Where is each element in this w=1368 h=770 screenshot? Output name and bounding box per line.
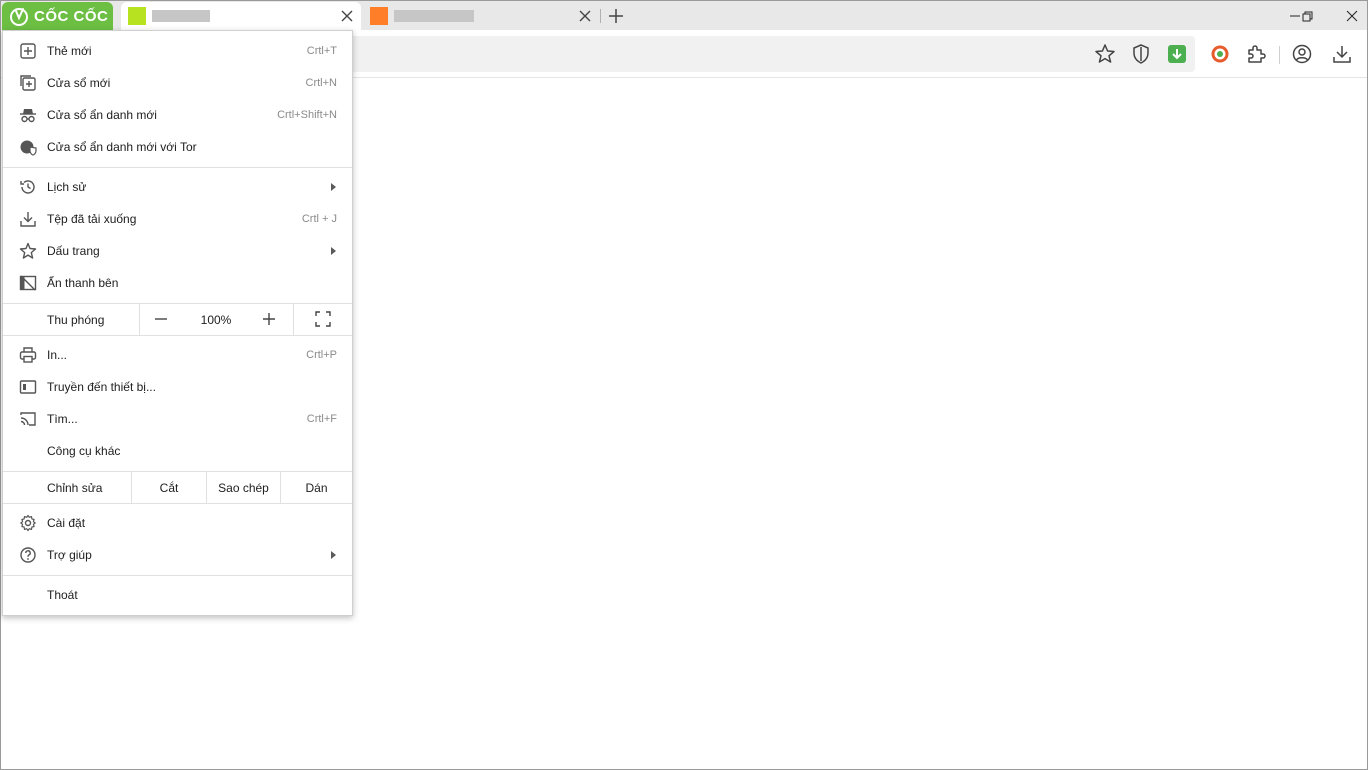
fullscreen-button[interactable] (308, 303, 338, 335)
menu-item-cast-device[interactable]: Truyền đến thiết bị... (3, 371, 352, 403)
print-icon (19, 347, 37, 363)
zoom-out-button[interactable] (146, 303, 176, 335)
history-icon (20, 180, 35, 194)
menu-item-label: Lịch sử (47, 180, 87, 194)
tab-active[interactable] (121, 2, 361, 30)
minus-icon (155, 318, 167, 320)
menu-item-label: Cài đặt (47, 516, 86, 530)
menu-item-label: Cửa sổ mới (47, 76, 111, 90)
coccoc-menu-button[interactable]: CỐC CỐC (2, 2, 113, 30)
zoom-value: 100% (200, 313, 232, 327)
zoom-label: Thu phóng (47, 313, 105, 327)
menu-item-new-window[interactable]: Cửa sổ mới Crtl+N (3, 67, 352, 99)
menu-shortcut: Crtl + J (301, 213, 337, 225)
brand-name: CỐC CỐC (34, 7, 109, 25)
menu-item-label: Thoát (47, 588, 78, 602)
tab-title-redacted (394, 10, 474, 22)
bookmark-star-icon[interactable] (1093, 42, 1117, 66)
savior-download-icon[interactable] (1165, 42, 1189, 66)
extensions-puzzle-icon[interactable] (1244, 42, 1268, 66)
menu-item-bookmarks[interactable]: Dấu trang (3, 235, 352, 267)
menu-item-label: Thẻ mới (47, 44, 92, 58)
close-tab-icon[interactable] (339, 8, 355, 24)
cut-button[interactable]: Cắt (132, 472, 206, 504)
menu-item-label: Tệp đã tải xuống (47, 212, 137, 226)
menu-item-settings[interactable]: Cài đặt (3, 507, 352, 539)
menu-item-incognito-tor[interactable]: Cửa sổ ẩn danh mới với Tor (3, 131, 352, 163)
menu-item-label: Cửa sổ ẩn danh mới với Tor (47, 140, 197, 154)
cast-icon (20, 412, 36, 426)
zoom-divider (293, 304, 294, 336)
zoom-in-button[interactable] (254, 303, 284, 335)
menu-shortcut: Crtl+F (306, 413, 337, 425)
menu-item-history[interactable]: Lịch sử (3, 171, 352, 203)
submenu-arrow-icon (331, 551, 336, 559)
tab-inactive[interactable] (363, 2, 599, 30)
toolbar-separator (1279, 46, 1280, 64)
menu-item-new-tab[interactable]: Thẻ mới Crtl+T (3, 35, 352, 67)
new-window-icon (20, 75, 36, 91)
menu-row-zoom: Thu phóng (3, 304, 352, 336)
help-icon (20, 547, 36, 563)
menu-item-help[interactable]: Trợ giúp (3, 539, 352, 571)
tab-strip: CỐC CỐC (1, 1, 1367, 30)
menu-item-incognito[interactable]: Cửa sổ ẩn danh mới Crtl+Shift+N (3, 99, 352, 131)
menu-item-exit[interactable]: Thoát (3, 579, 352, 611)
menu-item-more-tools[interactable]: Công cụ khác (3, 435, 352, 467)
shield-icon[interactable] (1129, 42, 1153, 66)
gear-icon (20, 514, 36, 532)
profile-icon[interactable] (1290, 42, 1314, 66)
menu-divider (3, 167, 352, 168)
menu-item-downloads[interactable]: Tệp đã tải xuống Crtl + J (3, 203, 352, 235)
menu-item-label: Dấu trang (47, 244, 100, 258)
new-tab-icon (20, 43, 36, 59)
tor-globe-icon (20, 140, 37, 156)
tab-favicon (370, 7, 388, 25)
main-menu: Thẻ mới Crtl+T Cửa sổ mới Crtl+N Cửa sổ … (2, 30, 353, 616)
hide-sidebar-icon (19, 275, 37, 291)
close-tab-icon[interactable] (577, 8, 593, 24)
submenu-arrow-icon (331, 247, 336, 255)
menu-item-label: In... (47, 348, 68, 362)
menu-item-label: Cửa sổ ẩn danh mới (47, 108, 157, 122)
star-icon (19, 242, 37, 259)
edit-label: Chỉnh sửa (47, 481, 103, 495)
paste-button[interactable]: Dán (281, 472, 352, 504)
address-bar[interactable] (341, 36, 1195, 72)
submenu-arrow-icon (331, 183, 336, 191)
copy-button[interactable]: Sao chép (207, 472, 280, 504)
menu-shortcut: Crtl+Shift+N (277, 109, 337, 121)
zoom-divider (139, 304, 140, 336)
menu-item-label: Công cụ khác (47, 444, 121, 458)
menu-item-label: Tìm... (47, 412, 78, 426)
tab-separator (600, 9, 601, 23)
menu-divider (3, 503, 352, 504)
menu-item-find[interactable]: Tìm... Crtl+F (3, 403, 352, 435)
menu-shortcut: Crtl+P (306, 349, 337, 361)
browser-window: CỐC CỐC Thẻ mới Crtl+T Cửa sổ mới Crtl+N… (0, 0, 1368, 770)
tab-favicon (128, 7, 146, 25)
restore-icon[interactable] (1296, 5, 1318, 27)
menu-item-label: Trợ giúp (47, 548, 92, 562)
close-window-icon[interactable] (1341, 5, 1363, 27)
menu-divider (3, 575, 352, 576)
menu-item-hide-sidebar[interactable]: Ẩn thanh bên (3, 267, 352, 299)
menu-shortcut: Crtl+N (305, 77, 337, 89)
menu-item-label: Ẩn thanh bên (47, 276, 119, 290)
menu-item-print[interactable]: In... Crtl+P (3, 339, 352, 371)
plus-icon (263, 313, 275, 325)
coccoc-logo-icon (10, 8, 28, 26)
incognito-icon (20, 109, 36, 123)
downloads-icon[interactable] (1330, 42, 1354, 66)
coccoc-extension-icon[interactable] (1208, 42, 1232, 66)
menu-divider (3, 335, 352, 336)
cast-device-icon (19, 380, 37, 394)
menu-item-label: Truyền đến thiết bị... (47, 380, 156, 394)
tab-title-redacted (152, 10, 210, 22)
new-tab-plus-icon[interactable] (606, 6, 626, 26)
menu-shortcut: Crtl+T (306, 45, 337, 57)
download-icon (20, 212, 36, 227)
fullscreen-icon (315, 311, 331, 327)
